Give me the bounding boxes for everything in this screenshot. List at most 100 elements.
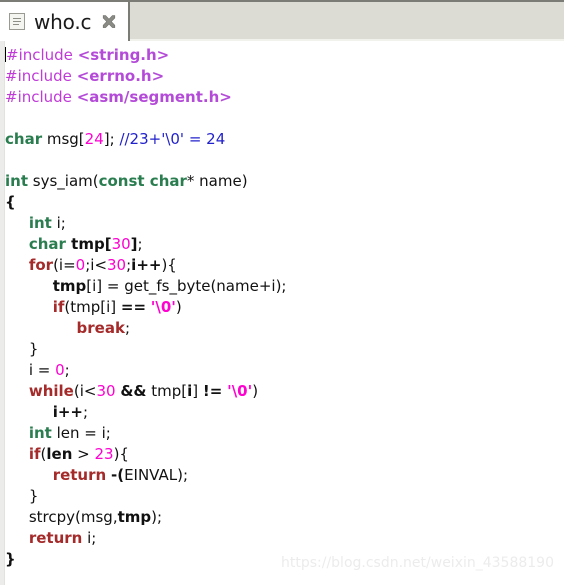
code-token: 24 bbox=[84, 130, 104, 148]
code-token: int bbox=[5, 172, 28, 190]
code-token: for bbox=[28, 256, 54, 274]
code-token: ); bbox=[151, 508, 163, 526]
code-line: #include <string.h> bbox=[5, 45, 564, 66]
code-line: int i; bbox=[5, 213, 564, 234]
code-token: const char bbox=[98, 172, 187, 190]
code-token: if bbox=[28, 445, 41, 463]
code-token: ; bbox=[82, 403, 89, 421]
code-line: int sys_iam(const char* name) bbox=[5, 171, 564, 192]
code-token: <asm/segment.h> bbox=[76, 88, 232, 106]
code-token: return bbox=[28, 529, 83, 547]
code-token: i = bbox=[5, 361, 56, 379]
code-token: if bbox=[52, 298, 65, 316]
code-token: != bbox=[202, 382, 223, 400]
code-token: i; bbox=[82, 529, 97, 547]
code-line: return i; bbox=[5, 528, 564, 549]
code-line: break; bbox=[5, 318, 564, 339]
code-token: return bbox=[52, 466, 107, 484]
code-token: int bbox=[28, 424, 52, 442]
editor-tab-bar: who.c bbox=[0, 2, 564, 41]
code-token: (i< bbox=[73, 382, 97, 400]
code-token: tmp bbox=[117, 508, 152, 526]
code-line: tmp[i] = get_fs_byte(name+i); bbox=[5, 276, 564, 297]
code-token: char bbox=[28, 235, 66, 253]
code-line: char tmp[30]; bbox=[5, 234, 564, 255]
code-token: i; bbox=[51, 214, 66, 232]
code-token: i++ bbox=[131, 256, 162, 274]
code-token: ] bbox=[130, 235, 138, 253]
code-token: '\0' bbox=[150, 298, 176, 316]
code-line: char msg[24]; //23+'\0' = 24 bbox=[5, 129, 564, 150]
code-editor-area[interactable]: #include <string.h> #include <errno.h> #in… bbox=[0, 41, 564, 585]
code-line: { bbox=[5, 192, 564, 213]
code-token: #include bbox=[5, 88, 77, 106]
tab-bar-empty-space bbox=[130, 2, 564, 41]
source-code-text[interactable]: #include <string.h> #include <errno.h> #in… bbox=[5, 45, 564, 570]
code-token: len bbox=[46, 445, 73, 463]
code-line: } bbox=[5, 549, 564, 570]
code-token: ] bbox=[192, 382, 203, 400]
code-token: ){ bbox=[113, 445, 129, 463]
code-token: [i] = get_fs_byte(name+i); bbox=[86, 277, 287, 295]
code-token: strcpy(msg, bbox=[5, 508, 118, 526]
code-token: char bbox=[5, 130, 43, 148]
code-token: while bbox=[28, 382, 74, 400]
code-token: ; bbox=[124, 319, 130, 337]
code-token: } bbox=[5, 550, 16, 568]
code-token: (tmp[i] bbox=[64, 298, 121, 316]
code-token: #include bbox=[5, 67, 77, 85]
code-token: break bbox=[76, 319, 125, 337]
code-line: i++; bbox=[5, 402, 564, 423]
code-token: { bbox=[5, 193, 16, 211]
code-token: ;i< bbox=[85, 256, 108, 274]
code-line: i = 0; bbox=[5, 360, 564, 381]
code-token: i++ bbox=[52, 403, 83, 421]
code-token: 30 bbox=[111, 235, 131, 253]
close-x-icon[interactable] bbox=[100, 13, 118, 31]
code-line: #include <errno.h> bbox=[5, 66, 564, 87]
code-token: * name) bbox=[186, 172, 248, 190]
code-token: ){ bbox=[161, 256, 177, 274]
code-token: ) bbox=[175, 298, 182, 316]
code-token: ; bbox=[64, 361, 70, 379]
tab-label: who.c bbox=[34, 9, 92, 34]
code-token: == bbox=[120, 298, 147, 316]
code-token: #include bbox=[6, 46, 78, 64]
code-token: ; bbox=[137, 235, 143, 253]
code-token: 23 bbox=[94, 445, 114, 463]
code-line: while(i<30 && tmp[i] != '\0') bbox=[5, 381, 564, 402]
code-line: } bbox=[5, 486, 564, 507]
code-token: 30 bbox=[107, 256, 127, 274]
code-line: if(len > 23){ bbox=[5, 444, 564, 465]
code-token: ) bbox=[252, 382, 259, 400]
code-token: tmp[ bbox=[65, 235, 112, 253]
tab-who-c[interactable]: who.c bbox=[0, 2, 131, 41]
code-token: EINVAL); bbox=[124, 466, 189, 484]
code-token: len = i; bbox=[51, 424, 111, 442]
code-token: tmp bbox=[52, 277, 87, 295]
code-token: <string.h> bbox=[77, 46, 170, 64]
code-token: && bbox=[120, 382, 147, 400]
code-token: <errno.h> bbox=[76, 67, 165, 85]
code-token: tmp[ bbox=[146, 382, 188, 400]
code-line: if(tmp[i] == '\0') bbox=[5, 297, 564, 318]
code-line: } bbox=[5, 339, 564, 360]
code-line: for(i=0;i<30;i++){ bbox=[5, 255, 564, 276]
code-token: > bbox=[72, 445, 95, 463]
code-token: (i= bbox=[53, 256, 76, 274]
code-token: sys_iam( bbox=[28, 172, 99, 190]
code-token: } bbox=[28, 340, 39, 358]
code-token: 0 bbox=[75, 256, 86, 274]
